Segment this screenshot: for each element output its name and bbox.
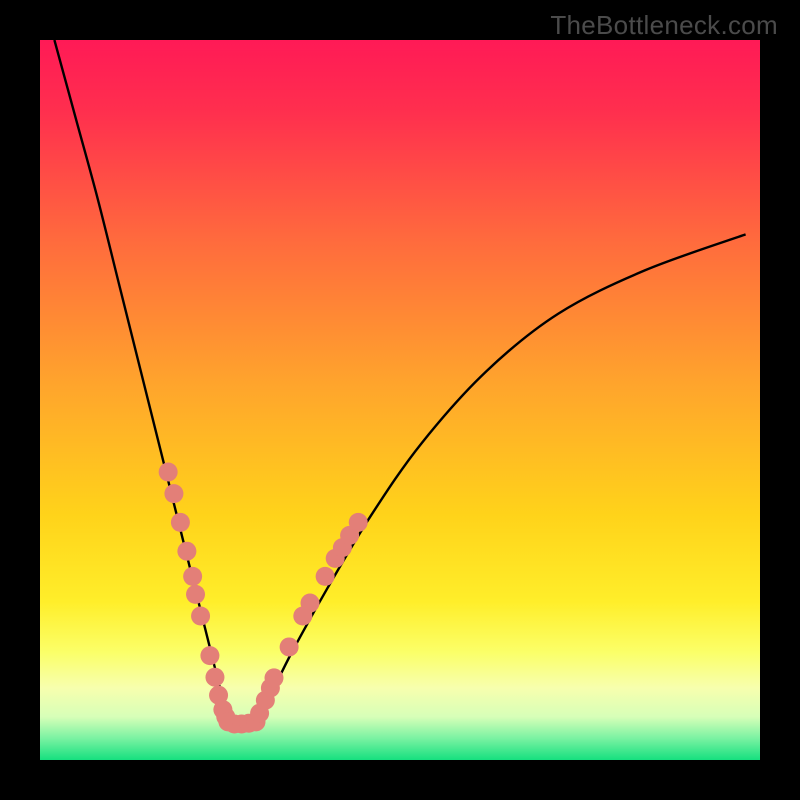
watermark-text: TheBottleneck.com bbox=[550, 10, 778, 41]
data-marker bbox=[164, 484, 183, 503]
data-marker bbox=[186, 585, 205, 604]
data-marker bbox=[200, 646, 219, 665]
chart-container: TheBottleneck.com bbox=[0, 0, 800, 800]
bottleneck-chart bbox=[40, 40, 760, 760]
data-marker bbox=[191, 607, 210, 626]
data-marker bbox=[265, 668, 284, 687]
data-marker bbox=[349, 513, 368, 532]
data-marker bbox=[171, 513, 190, 532]
data-marker bbox=[177, 542, 196, 561]
data-marker bbox=[280, 637, 299, 656]
data-marker bbox=[159, 463, 178, 482]
plot-area bbox=[40, 40, 760, 760]
data-marker bbox=[301, 594, 320, 613]
data-marker bbox=[183, 567, 202, 586]
data-marker bbox=[316, 567, 335, 586]
data-marker bbox=[205, 668, 224, 687]
